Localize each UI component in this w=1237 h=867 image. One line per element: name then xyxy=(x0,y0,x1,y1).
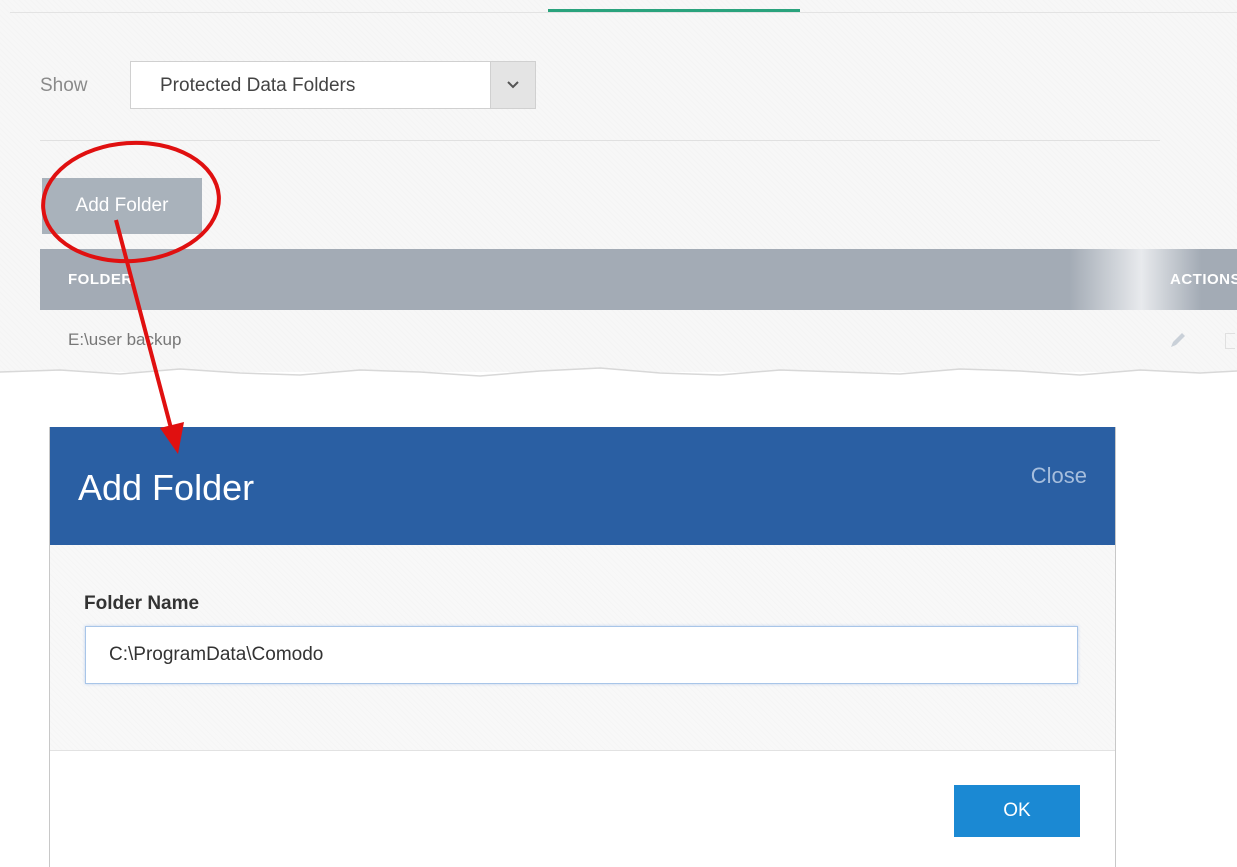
divider xyxy=(40,140,1160,141)
dialog-header: Add Folder Close xyxy=(50,427,1115,545)
show-filter-value: Protected Data Folders xyxy=(160,75,356,96)
show-label: Show xyxy=(40,75,88,96)
show-filter-select[interactable]: Protected Data Folders xyxy=(130,61,536,109)
close-button[interactable]: Close xyxy=(1031,463,1087,489)
add-folder-button[interactable]: Add Folder xyxy=(42,178,202,234)
column-header-folder: FOLDER xyxy=(68,271,133,288)
table-row-folder: E:\user backup xyxy=(68,330,182,349)
trash-icon[interactable] xyxy=(1225,333,1235,349)
footer-divider xyxy=(50,750,1115,751)
folder-name-input[interactable] xyxy=(85,626,1078,684)
add-folder-dialog: Add Folder Close Folder Name OK xyxy=(49,427,1116,867)
folders-panel: Show Protected Data Folders Add Folder F… xyxy=(0,0,1237,372)
dialog-body: Folder Name xyxy=(50,545,1115,750)
folder-name-label: Folder Name xyxy=(84,593,200,614)
column-header-actions: ACTIONS xyxy=(1170,271,1237,288)
torn-edge xyxy=(0,367,1237,392)
chevron-down-icon[interactable] xyxy=(490,62,535,108)
ok-button[interactable]: OK xyxy=(954,785,1080,837)
dialog-title: Add Folder xyxy=(78,467,255,508)
panel-border xyxy=(10,12,1237,13)
table-header: FOLDER ACTIONS xyxy=(40,249,1237,310)
